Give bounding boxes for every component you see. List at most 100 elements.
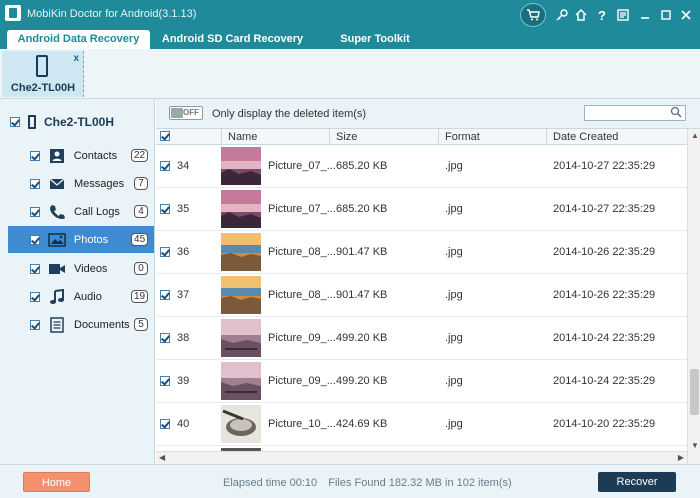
file-size: 685.20 KB — [336, 203, 388, 215]
row-checkbox[interactable] — [160, 247, 170, 257]
call-logs-icon — [48, 204, 66, 220]
column-header-format[interactable]: Format — [438, 129, 546, 145]
sidebar-item-label: Messages — [74, 177, 125, 190]
item-count-badge: 5 — [134, 318, 148, 331]
audio-icon — [48, 288, 66, 305]
item-count-badge: 22 — [131, 149, 148, 162]
app-title: MobiKin Doctor for Android(3.1.13) — [27, 8, 197, 20]
row-number: 40 — [177, 418, 190, 430]
sidebar-item-call-logs[interactable]: Call Logs 4 — [8, 198, 154, 225]
help-icon[interactable]: ? — [592, 4, 612, 26]
select-all-checkbox[interactable] — [160, 131, 170, 141]
table-row[interactable]: 34 Picture_07_... 685.20 KB .jpg 2014-10… — [156, 145, 687, 188]
row-checkbox[interactable] — [160, 290, 170, 300]
sidebar-item-contacts[interactable]: Contacts 22 — [8, 142, 154, 169]
scrollbar-thumb[interactable] — [690, 369, 699, 415]
row-checkbox[interactable] — [160, 333, 170, 343]
home-icon[interactable] — [571, 4, 591, 26]
row-checkbox[interactable] — [160, 376, 170, 386]
file-name: Picture_10_... — [268, 418, 336, 430]
photo-thumbnail[interactable] — [221, 362, 261, 400]
close-icon[interactable] — [676, 4, 696, 26]
search-icon[interactable] — [670, 106, 682, 121]
file-size: 901.47 KB — [336, 246, 388, 258]
contacts-checkbox[interactable] — [30, 150, 40, 161]
device-close-icon[interactable]: x — [73, 53, 79, 64]
file-size: 499.20 KB — [336, 332, 388, 344]
photo-thumbnail[interactable] — [221, 190, 261, 228]
sidebar-item-messages[interactable]: Messages 7 — [8, 170, 154, 197]
tab-android-sd-card-recovery[interactable]: Android SD Card Recovery — [155, 30, 310, 49]
sidebar-item-label: Contacts — [73, 149, 118, 162]
sidebar-root[interactable]: Che2-TL00H — [10, 115, 114, 129]
photos-checkbox[interactable] — [30, 234, 40, 245]
call-logs-checkbox[interactable] — [30, 206, 40, 217]
sidebar-item-label: Videos — [74, 262, 108, 275]
table-row[interactable]: 36 Picture_08_... 901.47 KB .jpg 2014-10… — [156, 231, 687, 274]
table-row[interactable]: 35 Picture_07_... 685.20 KB .jpg 2014-10… — [156, 188, 687, 231]
row-number: 38 — [177, 332, 190, 344]
device-card[interactable]: x Che2-TL00H — [2, 51, 84, 97]
file-date: 2014-10-24 22:35:29 — [553, 332, 656, 344]
file-size: 901.47 KB — [336, 289, 388, 301]
row-number: 34 — [177, 160, 190, 172]
feedback-icon[interactable] — [613, 4, 633, 26]
file-name: Picture_08_... — [268, 246, 336, 258]
table-row[interactable]: 37 Picture_08_... 901.47 KB .jpg 2014-10… — [156, 274, 687, 317]
table-row[interactable]: 38 Picture_09_... 499.20 KB .jpg 2014-10… — [156, 317, 687, 360]
row-checkbox[interactable] — [160, 204, 170, 214]
photo-thumbnail[interactable] — [221, 147, 261, 185]
row-checkbox[interactable] — [160, 419, 170, 429]
sidebar-item-videos[interactable]: Videos 0 — [8, 255, 154, 282]
scroll-right-icon[interactable]: ▶ — [678, 453, 684, 462]
sidebar-item-documents[interactable]: Documents 5 — [8, 311, 154, 338]
tab-android-data-recovery[interactable]: Android Data Recovery — [7, 30, 150, 49]
sidebar-item-audio[interactable]: Audio 19 — [8, 283, 154, 310]
file-format: .jpg — [445, 203, 463, 215]
documents-checkbox[interactable] — [30, 319, 40, 330]
phone-icon — [36, 55, 48, 77]
photo-thumbnail[interactable] — [221, 276, 261, 314]
deleted-only-toggle[interactable]: OFF — [169, 106, 203, 120]
tab-super-toolkit[interactable]: Super Toolkit — [320, 30, 430, 49]
item-count-badge: 45 — [131, 233, 149, 246]
column-header-name[interactable]: Name — [221, 129, 329, 145]
cart-icon[interactable] — [520, 3, 546, 27]
videos-checkbox[interactable] — [30, 263, 40, 274]
table-row[interactable]: 40 Picture_10_... 424.69 KB .jpg 2014-10… — [156, 403, 687, 446]
phone-icon — [28, 115, 36, 129]
recover-button[interactable]: Recover — [598, 472, 676, 492]
category-sidebar: Che2-TL00H Contacts 22 Messages 7 Call L… — [0, 99, 155, 464]
main-tabs: Android Data Recovery Android SD Card Re… — [0, 30, 700, 49]
sidebar-item-photos[interactable]: Photos 45 — [8, 226, 154, 253]
horizontal-scrollbar[interactable]: ◀ ▶ — [156, 451, 687, 464]
search-input[interactable] — [584, 105, 686, 121]
scroll-down-icon[interactable]: ▼ — [691, 441, 699, 450]
file-date: 2014-10-27 22:35:29 — [553, 203, 656, 215]
toggle-state-label: OFF — [183, 108, 199, 117]
column-header-size[interactable]: Size — [329, 129, 438, 145]
audio-checkbox[interactable] — [30, 291, 40, 302]
table-row[interactable]: 39 Picture_09_... 499.20 KB .jpg 2014-10… — [156, 360, 687, 403]
root-checkbox[interactable] — [10, 117, 20, 127]
videos-icon — [48, 261, 66, 277]
file-name: Picture_09_... — [268, 332, 336, 344]
scroll-up-icon[interactable]: ▲ — [691, 131, 699, 140]
row-checkbox[interactable] — [160, 161, 170, 171]
file-name: Picture_09_... — [268, 375, 336, 387]
file-date: 2014-10-20 22:35:29 — [553, 418, 656, 430]
home-button[interactable]: Home — [23, 472, 90, 492]
scroll-left-icon[interactable]: ◀ — [159, 453, 165, 462]
vertical-scrollbar[interactable]: ▲ ▼ — [687, 129, 700, 464]
key-icon[interactable] — [552, 4, 572, 26]
photo-thumbnail[interactable] — [221, 233, 261, 271]
file-list-panel: OFF Only display the deleted item(s) Nam… — [156, 99, 700, 464]
photo-thumbnail[interactable] — [221, 405, 261, 443]
messages-checkbox[interactable] — [30, 178, 40, 189]
minimize-icon[interactable] — [635, 4, 655, 26]
maximize-icon[interactable] — [656, 4, 676, 26]
sidebar-item-label: Documents — [74, 318, 130, 331]
photo-thumbnail[interactable] — [221, 319, 261, 357]
column-header-date-created[interactable]: Date Created — [546, 129, 687, 145]
elapsed-time: Elapsed time 00:10 — [223, 477, 318, 489]
